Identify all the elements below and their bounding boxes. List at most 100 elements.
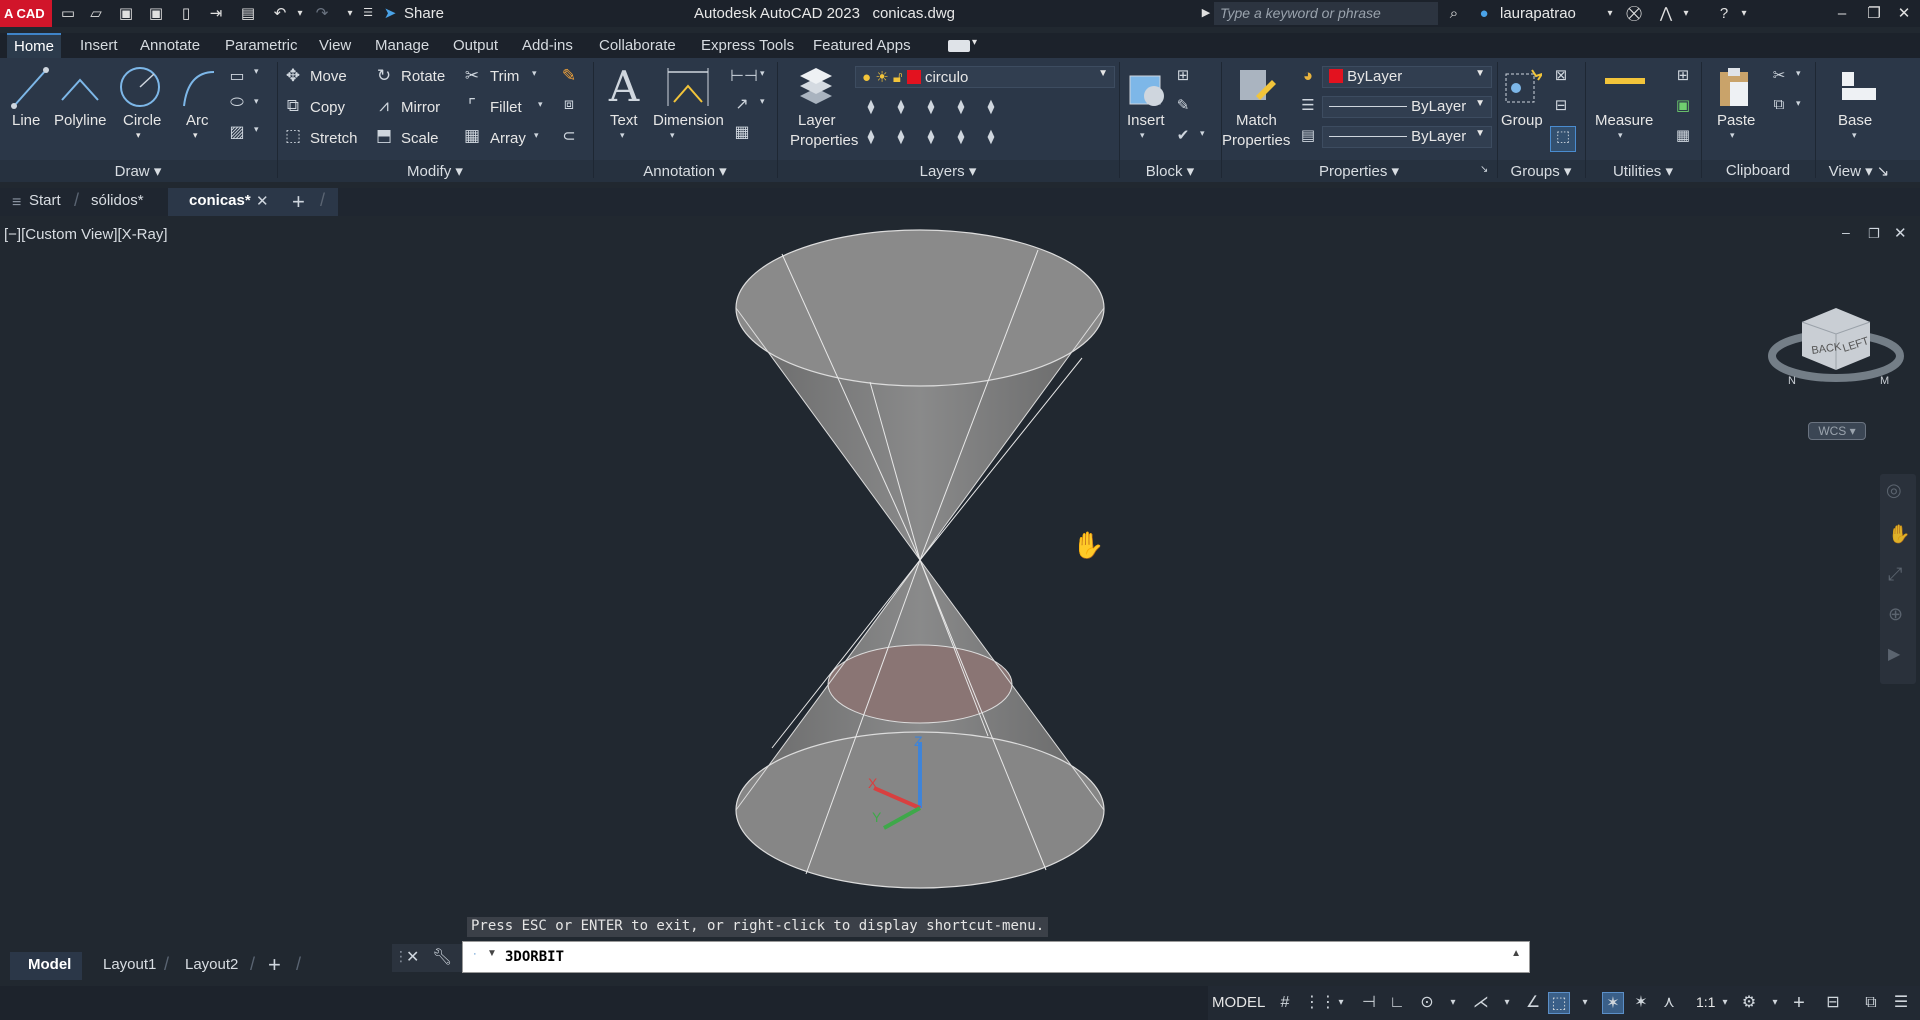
trim-button[interactable]: Trim — [490, 68, 519, 85]
command-line-input[interactable]: · ▼ 3DORBIT ▲ — [462, 941, 1530, 973]
array-button[interactable]: Array — [490, 130, 526, 147]
offset-icon[interactable]: ⊂ — [558, 126, 580, 146]
workspace-dropdown-icon[interactable]: ▾ — [1764, 992, 1786, 1014]
annotation-scale-icon[interactable]: ⋏ — [1658, 992, 1680, 1014]
arc-icon[interactable] — [178, 66, 218, 110]
text-dropdown-icon[interactable]: ▾ — [620, 130, 625, 141]
text-icon[interactable]: A — [605, 62, 643, 111]
new-tab-icon[interactable]: + — [292, 189, 305, 215]
view-panel-title[interactable]: View ▾ ↘ — [1816, 162, 1902, 182]
layer-tool-1-icon[interactable]: ⧫ — [860, 98, 882, 115]
annotation-visibility-icon[interactable]: ✶ — [1602, 992, 1624, 1014]
snap-icon[interactable]: ⋮⋮ — [1304, 992, 1336, 1014]
search-expand-icon[interactable]: ▶ — [1196, 4, 1216, 23]
close-tab-icon[interactable]: ✕ — [256, 192, 269, 210]
tab-annotate[interactable]: Annotate — [133, 33, 207, 58]
close-icon[interactable]: ✕ — [1894, 4, 1914, 23]
polar-dropdown-icon[interactable]: ▾ — [1442, 992, 1464, 1014]
tab-manage[interactable]: Manage — [368, 33, 436, 58]
array-icon[interactable]: ▦ — [462, 126, 482, 146]
polyline-button[interactable]: Polyline — [54, 112, 107, 129]
tab-home[interactable]: Home — [7, 33, 62, 58]
isolate-objects-icon[interactable]: ⊟ — [1822, 992, 1844, 1014]
user-icon[interactable]: ● — [1474, 4, 1494, 23]
stretch-icon[interactable]: ⬚ — [283, 126, 303, 146]
dimension-dropdown-icon[interactable]: ▾ — [670, 130, 675, 141]
dimension-button[interactable]: Dimension — [653, 112, 724, 129]
ungroup-icon[interactable]: ⊠ — [1550, 66, 1572, 84]
explode-icon[interactable]: ⧈ — [558, 96, 580, 114]
wcs-menu[interactable]: WCS ▾ — [1808, 422, 1866, 440]
clean-screen-icon[interactable]: ⧉ — [1860, 992, 1882, 1014]
measure-button[interactable]: Measure — [1595, 112, 1653, 129]
leader-dropdown-icon[interactable]: ▾ — [760, 96, 765, 107]
restore-icon[interactable]: ❐ — [1864, 4, 1884, 23]
doc-tab-start[interactable]: Start — [29, 192, 61, 209]
copy-button[interactable]: Copy — [310, 99, 345, 116]
calculator-icon[interactable]: ▦ — [1672, 126, 1694, 144]
new-layout-icon[interactable]: + — [268, 952, 281, 978]
showmotion-icon[interactable]: ▶ — [1888, 644, 1900, 664]
polar-icon[interactable]: ⊙ — [1416, 992, 1438, 1014]
drawing-viewport[interactable]: [−][Custom View][X-Ray] – ❐ ✕ Z X Y ✋ BA… — [0, 222, 1920, 946]
plot-icon[interactable]: ▤ — [238, 4, 258, 23]
paste-button[interactable]: Paste — [1717, 112, 1755, 129]
annotation-panel-title[interactable]: Annotation ▾ — [594, 162, 776, 182]
rotate-button[interactable]: Rotate — [401, 68, 445, 85]
share-button[interactable]: Share — [404, 5, 444, 22]
object-snap-dropdown-icon[interactable]: ▾ — [1574, 992, 1596, 1014]
measure-dropdown-icon[interactable]: ▾ — [1618, 130, 1623, 141]
pan-icon[interactable]: ✋ — [1888, 524, 1910, 545]
tab-express-tools[interactable]: Express Tools — [694, 33, 801, 58]
redo-icon[interactable]: ↷ — [312, 4, 332, 23]
workspace-gear-icon[interactable]: ⚙ — [1738, 992, 1760, 1014]
table-icon[interactable]: ▦ — [730, 122, 754, 142]
match-properties-label-2[interactable]: Properties — [1222, 132, 1290, 149]
layer-tool-7-icon[interactable]: ⧫ — [890, 128, 912, 145]
layer-tool-6-icon[interactable]: ⧫ — [860, 128, 882, 145]
open-file-icon[interactable]: ▱ — [86, 4, 106, 23]
viewport-restore-icon[interactable]: ❐ — [1868, 226, 1880, 242]
isodraft-dropdown-icon[interactable]: ▾ — [1496, 992, 1518, 1014]
open-web-icon[interactable]: ▯ — [176, 4, 196, 23]
ribbon-minimize-icon[interactable] — [948, 40, 970, 52]
layout-tab-layout1[interactable]: Layout1 — [103, 956, 156, 973]
annotation-monitor-icon[interactable]: + — [1788, 992, 1810, 1014]
mirror-button[interactable]: Mirror — [401, 99, 440, 116]
layer-tool-8-icon[interactable]: ⧫ — [920, 128, 942, 145]
modify-panel-title[interactable]: Modify ▾ — [278, 162, 592, 182]
group-button[interactable]: Group — [1501, 112, 1543, 129]
match-properties-label-1[interactable]: Match — [1236, 112, 1277, 129]
arc-button[interactable]: Arc — [186, 112, 209, 129]
isodraft-icon[interactable]: ⋌ — [1470, 992, 1492, 1014]
insert-dropdown-icon[interactable]: ▾ — [1140, 130, 1145, 141]
layer-tool-10-icon[interactable]: ⧫ — [980, 128, 1002, 145]
dynamic-input-icon[interactable]: ⊣ — [1358, 992, 1380, 1014]
attribute-icon[interactable]: ✔ — [1172, 126, 1194, 144]
erase-icon[interactable]: ✎ — [558, 66, 580, 86]
viewport-controls-label[interactable]: [−][Custom View][X-Ray] — [4, 226, 168, 243]
redo-dropdown-icon[interactable]: ▾ — [340, 4, 360, 23]
base-view-icon[interactable] — [1838, 68, 1880, 104]
snap-dropdown-icon[interactable]: ▾ — [1330, 992, 1352, 1014]
fillet-button[interactable]: Fillet — [490, 99, 522, 116]
groups-panel-title[interactable]: Groups ▾ — [1498, 162, 1584, 182]
insert-button[interactable]: Insert — [1127, 112, 1165, 129]
color-wheel-icon[interactable]: ◕ — [1298, 66, 1318, 86]
text-button[interactable]: Text — [610, 112, 638, 129]
undo-dropdown-icon[interactable]: ▾ — [290, 4, 310, 23]
orbit-icon[interactable]: ⊕ — [1888, 604, 1903, 625]
base-dropdown-icon[interactable]: ▾ — [1852, 130, 1857, 141]
navigation-bar[interactable]: ◎ ✋ ⤢ ⊕ ▶ — [1880, 474, 1916, 684]
search-icon[interactable]: ⌕ — [1444, 4, 1464, 23]
object-snap-icon[interactable]: ⬚ — [1548, 992, 1570, 1014]
group-edit-icon[interactable]: ⊟ — [1550, 96, 1572, 114]
attribute-dropdown-icon[interactable]: ▾ — [1200, 128, 1205, 139]
hatch-icon[interactable]: ▨ — [226, 122, 248, 141]
autodesk-app-icon[interactable]: ⋀ — [1656, 4, 1676, 23]
measure-icon[interactable] — [1605, 72, 1645, 84]
rectangle-dropdown-icon[interactable]: ▾ — [254, 66, 259, 77]
customize-toolbar-icon[interactable]: ☰ — [358, 4, 378, 23]
tab-view[interactable]: View — [312, 33, 358, 58]
clipboard-panel-title[interactable]: Clipboard — [1702, 162, 1814, 182]
